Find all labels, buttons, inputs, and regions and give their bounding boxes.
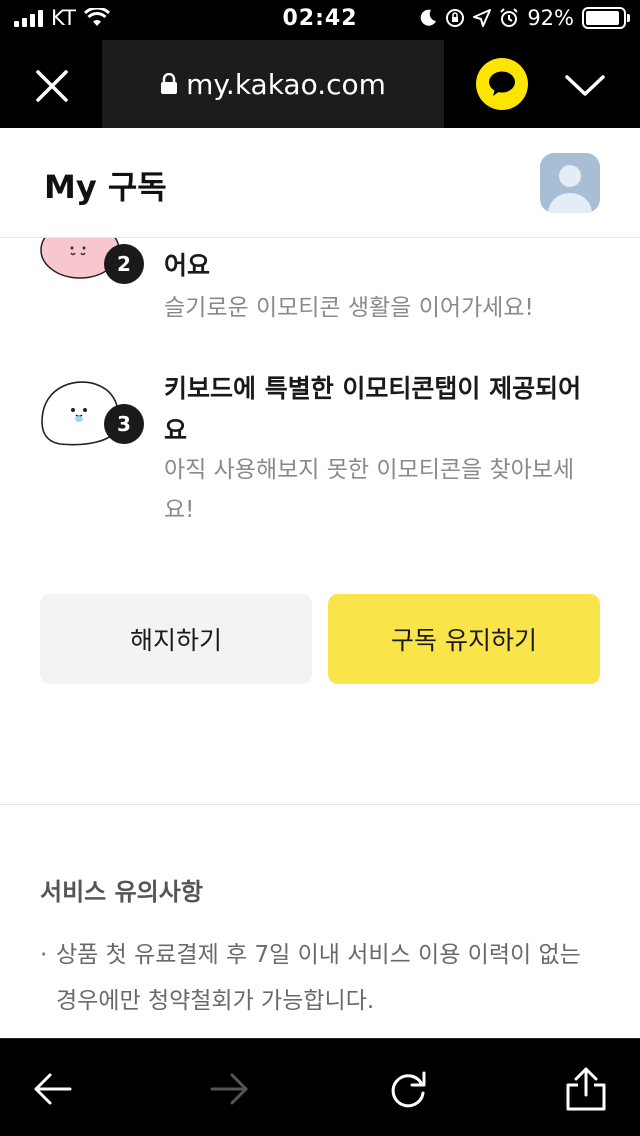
bullet: · xyxy=(40,942,48,968)
location-icon xyxy=(473,9,492,27)
battery-percent: 92% xyxy=(527,6,574,30)
chevron-down-icon xyxy=(565,75,605,96)
browser-top-bar: my.kakao.com xyxy=(0,40,640,128)
share-icon xyxy=(566,1067,606,1111)
web-content: My 구독 2 어요 슬기로운 이모티콘 생활을 이어가세요! 3 키보드에 특… xyxy=(0,128,640,1038)
orientation-lock-icon xyxy=(446,9,465,27)
benefit-item-3: 3 키보드에 특별한 이모티콘탭이 제공되어요 아직 사용해보지 못한 이모티콘… xyxy=(0,364,640,544)
forward-arrow-icon xyxy=(210,1073,248,1105)
share-button[interactable] xyxy=(562,1065,610,1113)
notice-item: · 상품 첫 유료결제 후 7일 이내 서비스 이용 이력이 없는 경우에만 청… xyxy=(40,932,600,1024)
alarm-icon xyxy=(500,8,519,27)
benefit-number-badge: 2 xyxy=(104,244,144,284)
page-header: My 구독 xyxy=(0,128,640,238)
benefit-description: 슬기로운 이모티콘 생활을 이어가세요! xyxy=(164,295,534,321)
keep-subscription-button[interactable]: 구독 유지하기 xyxy=(328,594,600,684)
back-arrow-icon xyxy=(34,1073,72,1105)
lock-icon xyxy=(161,73,178,94)
battery-icon xyxy=(582,7,630,29)
benefit-description: 아직 사용해보지 못한 이모티콘을 찾아보세요! xyxy=(164,457,575,523)
back-button[interactable] xyxy=(28,1065,76,1113)
kakaotalk-button[interactable] xyxy=(476,58,528,110)
close-button[interactable] xyxy=(30,64,74,108)
page-title: My 구독 xyxy=(44,168,167,206)
url-bar[interactable]: my.kakao.com xyxy=(102,40,444,128)
section-divider xyxy=(0,804,640,805)
benefit-number-badge: 3 xyxy=(104,404,144,444)
status-bar: KT 02:42 92% xyxy=(0,0,640,40)
profile-avatar-button[interactable] xyxy=(540,153,600,213)
forward-button[interactable] xyxy=(206,1065,254,1113)
profile-avatar-icon xyxy=(548,165,592,213)
benefit-title: 키보드에 특별한 이모티콘탭이 제공되어요 xyxy=(164,374,582,445)
benefit-title: 어요 xyxy=(164,251,211,280)
reload-icon xyxy=(391,1071,426,1108)
notice-title: 서비스 유의사항 xyxy=(40,878,203,906)
moon-icon xyxy=(421,9,437,26)
kakaotalk-icon xyxy=(489,71,515,96)
close-icon xyxy=(36,70,68,102)
browser-toolbar xyxy=(0,1038,640,1136)
url-text: my.kakao.com xyxy=(186,67,386,101)
cancel-subscription-button[interactable]: 해지하기 xyxy=(40,594,312,684)
notice-text: 상품 첫 유료결제 후 7일 이내 서비스 이용 이력이 없는 경우에만 청약철… xyxy=(56,942,581,1014)
reload-button[interactable] xyxy=(384,1065,432,1113)
collapse-button[interactable] xyxy=(562,62,608,108)
